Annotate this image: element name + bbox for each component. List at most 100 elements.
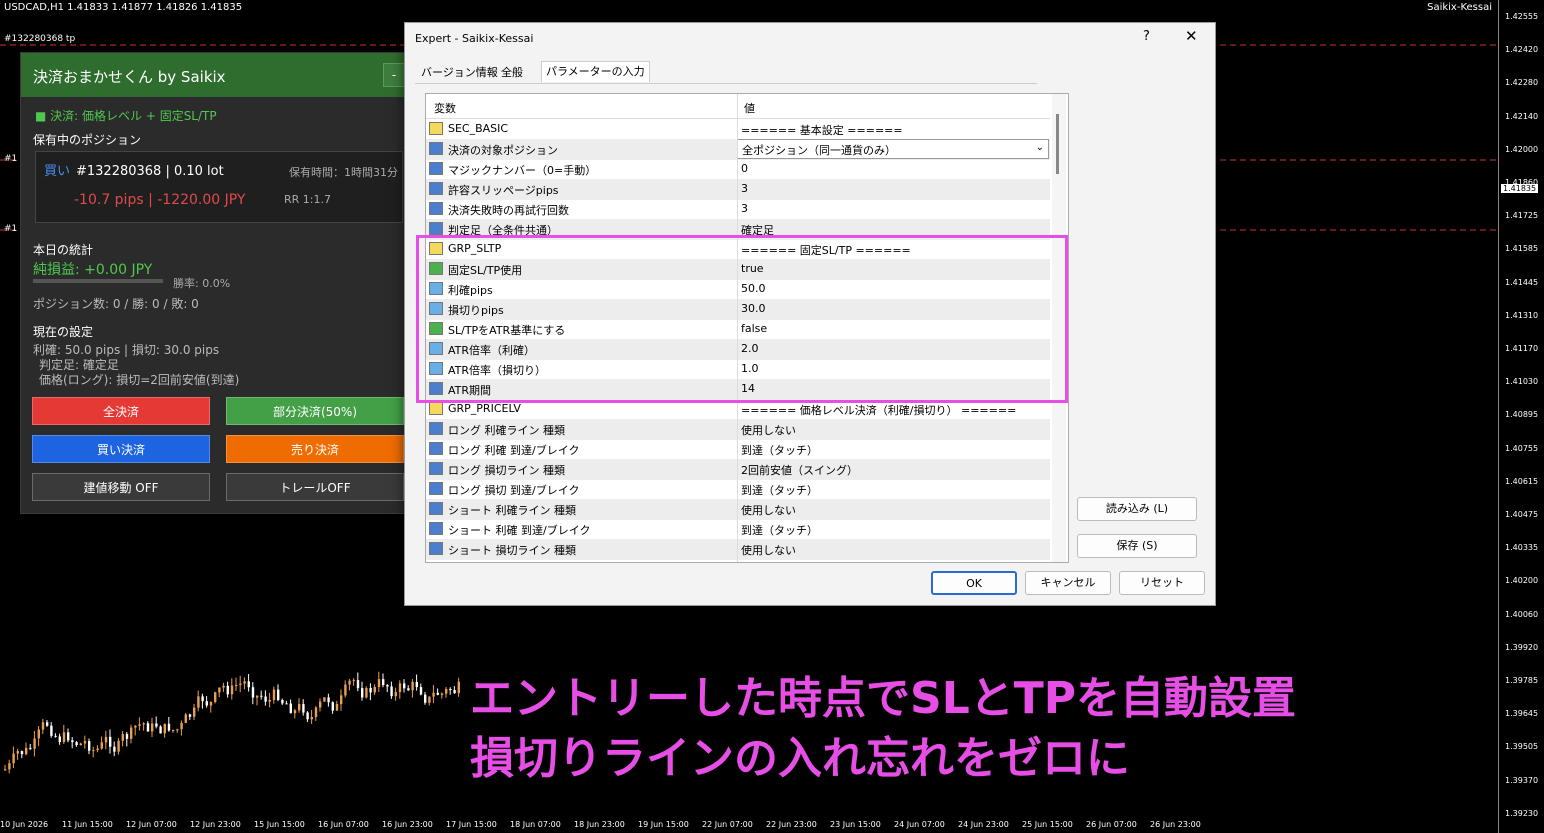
parameter-value[interactable]: 使用しない xyxy=(741,502,796,518)
parameter-type-icon xyxy=(429,202,443,215)
help-button[interactable]: ? xyxy=(1143,29,1150,44)
price-tick: 1.42140 xyxy=(1505,111,1539,121)
parameter-value[interactable]: 3 xyxy=(741,202,748,215)
parameter-type-icon xyxy=(429,542,443,555)
minimize-button[interactable]: - xyxy=(383,63,405,87)
time-tick: 26 Jun 07:00 xyxy=(1086,820,1137,829)
position-risk-reward: RR 1:1.7 xyxy=(284,193,331,206)
time-tick: 15 Jun 15:00 xyxy=(254,820,305,829)
parameter-row[interactable]: SEC_BASIC ====== 基本設定 ====== xyxy=(426,119,1050,140)
parameter-row[interactable]: ロング 損切 到達/ブレイク 到達（タッチ） xyxy=(426,479,1050,500)
time-tick: 18 Jun 07:00 xyxy=(510,820,561,829)
parameter-type-icon xyxy=(429,402,443,415)
trail-toggle-button[interactable]: トレールOFF xyxy=(226,473,404,501)
parameter-row[interactable]: マジックナンバー（0=手動） 0 xyxy=(426,159,1050,180)
parameter-row[interactable]: ロング 利確 到達/ブレイク 到達（タッチ） xyxy=(426,439,1050,460)
price-tick: 1.42000 xyxy=(1505,144,1539,154)
position-ticket-lot: #132280368 | 0.10 lot xyxy=(76,164,224,179)
price-tick: 1.41725 xyxy=(1505,211,1539,221)
price-tick: 1.39505 xyxy=(1505,742,1539,752)
caption-line-2: 損切りラインの入れ忘れをゼロに xyxy=(470,733,1130,784)
chart-symbol-header: USDCAD,H1 1.41833 1.41877 1.41826 1.4183… xyxy=(4,2,243,13)
parameter-value[interactable]: ====== 基本設定 ====== xyxy=(741,122,903,138)
price-tick: 1.41445 xyxy=(1505,277,1539,287)
settlement-mode: ■ 決済: 価格レベル + 固定SL/TP xyxy=(35,109,217,123)
order-label-2: #1 xyxy=(4,154,18,164)
parameter-row[interactable]: ショート 利確ライン 種類 使用しない xyxy=(426,499,1050,520)
reset-button[interactable]: リセット xyxy=(1119,571,1205,595)
parameter-type-icon xyxy=(429,142,443,155)
breakeven-toggle-button[interactable]: 建値移動 OFF xyxy=(32,473,210,501)
position-side: 買い xyxy=(44,164,71,179)
dialog-title: Expert - Saikix-Kessai xyxy=(415,32,534,45)
price-tick: 1.42280 xyxy=(1505,78,1539,88)
cancel-button[interactable]: キャンセル xyxy=(1025,571,1111,595)
parameter-name: 決済の対象ポジション xyxy=(448,144,558,157)
save-button[interactable]: 保存 (S) xyxy=(1077,534,1197,558)
parameter-value[interactable]: 到達（タッチ） xyxy=(741,522,818,538)
order-label-tp: #132280368 tp xyxy=(4,34,76,44)
net-profit-bar xyxy=(33,279,163,283)
parameter-name: 許容スリッページpips xyxy=(448,184,559,197)
tab-general[interactable]: 全般 xyxy=(497,63,527,83)
parameter-type-icon xyxy=(429,162,443,175)
parameter-value[interactable]: 到達（タッチ） xyxy=(741,482,818,498)
parameter-name: ロング 利確ライン 種類 xyxy=(448,424,565,437)
panel-title: 決済おまかせくん by Saikix xyxy=(33,68,226,86)
close-buy-button[interactable]: 買い決済 xyxy=(32,435,210,463)
parameter-row[interactable]: ショート 損切ライン 種類 使用しない xyxy=(426,539,1050,560)
parameter-row[interactable]: ショート 利確 到達/ブレイク 到達（タッチ） xyxy=(426,519,1050,540)
time-tick: 22 Jun 23:00 xyxy=(766,820,817,829)
parameter-value[interactable]: 到達（タッチ） xyxy=(741,442,818,458)
parameter-type-icon xyxy=(429,222,443,235)
settings-header: 現在の設定 xyxy=(33,325,94,339)
parameter-type-icon xyxy=(429,442,443,455)
close-icon[interactable]: ✕ xyxy=(1185,27,1198,45)
ea-panel: 決済おまかせくん by Saikix - ■ 決済: 価格レベル + 固定SL/… xyxy=(20,52,414,514)
close-all-button[interactable]: 全決済 xyxy=(32,397,210,425)
partial-close-button[interactable]: 部分決済(50%) xyxy=(226,397,404,425)
tab-inputs[interactable]: パラメーターの入力 xyxy=(541,61,650,82)
parameter-value[interactable]: ====== 価格レベル決済（利確/損切り） ====== xyxy=(741,402,1016,418)
parameter-type-icon xyxy=(429,522,443,535)
time-tick: 16 Jun 23:00 xyxy=(382,820,433,829)
parameter-row[interactable]: 許容スリッページpips 3 xyxy=(426,179,1050,200)
scrollbar-thumb[interactable] xyxy=(1056,114,1059,174)
parameter-name: マジックナンバー（0=手動） xyxy=(448,164,597,177)
time-tick: 18 Jun 23:00 xyxy=(574,820,625,829)
order-label-3: #1 xyxy=(4,224,18,234)
parameter-row[interactable]: ロング 損切ライン 種類 2回前安値（スイング） xyxy=(426,459,1050,480)
load-button[interactable]: 読み込み (L) xyxy=(1077,497,1197,521)
parameter-value[interactable]: 3 xyxy=(741,182,748,195)
price-tick: 1.39645 xyxy=(1505,709,1539,719)
net-profit: 純損益: +0.00 JPY xyxy=(33,262,153,278)
time-tick: 26 Jun 23:00 xyxy=(1150,820,1201,829)
column-value: 値 xyxy=(744,102,755,115)
price-axis[interactable]: 1.41835 1.42555 1.42420 1.42280 1.42140 1.42… xyxy=(1498,0,1544,833)
price-tick: 1.41860 xyxy=(1505,178,1539,187)
parameter-row[interactable]: 決済失敗時の再試行回数 3 xyxy=(426,199,1050,220)
parameter-name: SEC_BASIC xyxy=(448,122,509,135)
panel-header[interactable]: 決済おまかせくん by Saikix - xyxy=(21,53,413,97)
table-header: 変数 値 xyxy=(426,94,1050,119)
parameter-value[interactable]: 0 xyxy=(741,162,748,175)
caption-line-1: エントリーした時点でSLとTPを自動設置 xyxy=(470,673,1296,724)
parameter-name: 決済失敗時の再試行回数 xyxy=(448,204,569,217)
ok-button[interactable]: OK xyxy=(931,571,1017,595)
parameter-row[interactable]: 決済の対象ポジション 全ポジション（同一通貨のみ） ⌄ xyxy=(426,139,1050,160)
close-sell-button[interactable]: 売り決済 xyxy=(226,435,404,463)
price-tick: 1.39920 xyxy=(1505,642,1539,652)
price-tick: 1.40335 xyxy=(1505,543,1539,553)
chevron-down-icon[interactable]: ⌄ xyxy=(1036,142,1044,153)
parameter-type-icon xyxy=(429,182,443,195)
parameter-value[interactable]: 使用しない xyxy=(741,422,796,438)
parameter-value[interactable]: 使用しない xyxy=(741,542,796,558)
position-hold-time: 保有時間：1時間31分 xyxy=(289,166,398,179)
parameter-name: ショート 利確ライン 種類 xyxy=(448,504,576,517)
target-position-select[interactable]: 全ポジション（同一通貨のみ） ⌄ xyxy=(737,139,1049,159)
sltp-highlight-box xyxy=(416,235,1068,403)
price-tick: 1.40060 xyxy=(1505,609,1539,619)
parameter-row[interactable]: ロング 利確ライン 種類 使用しない xyxy=(426,419,1050,440)
tab-version-info[interactable]: バージョン情報 xyxy=(417,63,502,83)
parameter-value[interactable]: 2回前安値（スイング） xyxy=(741,462,858,478)
